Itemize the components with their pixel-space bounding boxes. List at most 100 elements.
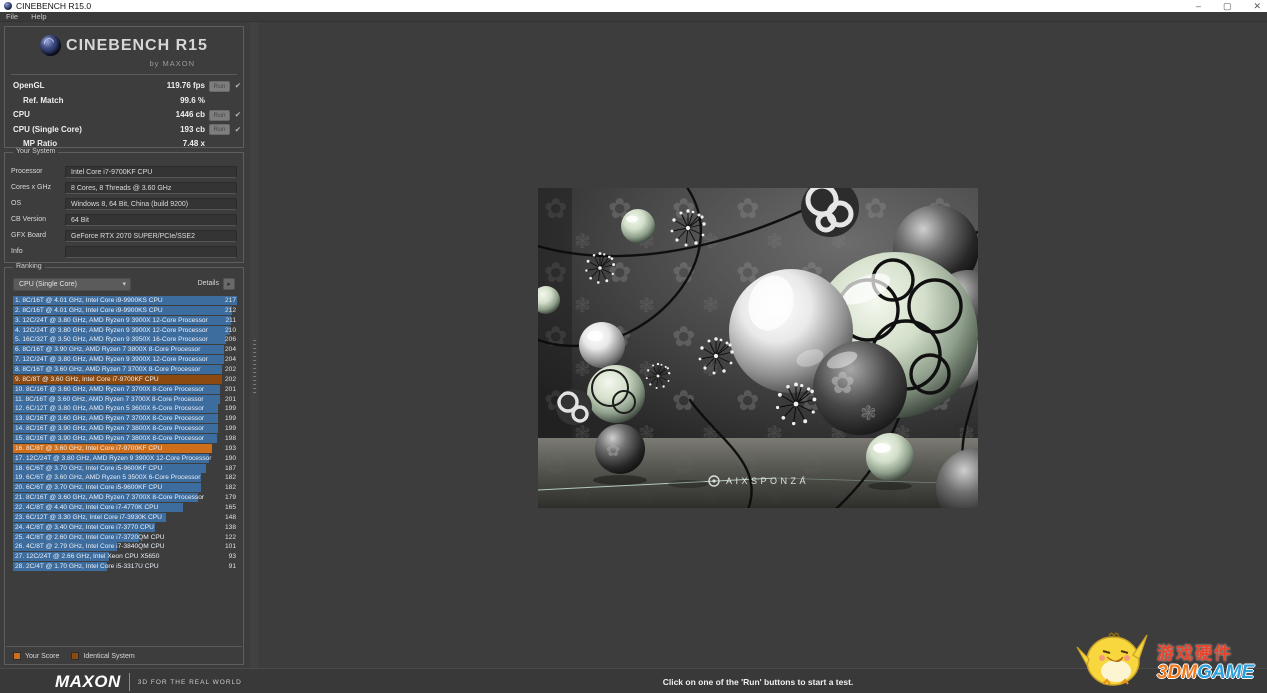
ranking-row-label: 19. 6C/6T @ 3.60 GHz, AMD Ryzen 5 3500X … xyxy=(15,474,201,482)
3dmgame-watermark: 游戏硬件 3DMGAME xyxy=(1073,625,1254,687)
ranking-row[interactable]: 17. 12C/24T @ 3.80 GHz, AMD Ryzen 9 3900… xyxy=(13,453,237,463)
ranking-row[interactable]: 8. 8C/16T @ 3.60 GHz, AMD Ryzen 7 3700X … xyxy=(13,365,237,375)
ranking-row[interactable]: 20. 6C/6T @ 3.70 GHz, Intel Core i5-9600… xyxy=(13,483,237,493)
ranking-rows: 1. 8C/16T @ 4.01 GHz, Intel Core i9-9900… xyxy=(13,296,237,572)
score-row-cpu-single: CPU (Single Core) 193 cb Run ✔ xyxy=(5,123,243,138)
ranking-row-label: 9. 8C/8T @ 3.60 GHz, Intel Core i7-9700K… xyxy=(15,375,159,383)
mp-ratio-label: MP Ratio xyxy=(23,139,58,148)
legend-your-swatch xyxy=(13,652,21,660)
maximize-icon[interactable]: ▢ xyxy=(1223,0,1232,12)
window-title: CINEBENCH R15.0 xyxy=(16,1,92,11)
maxon-logo: MAXON 3D FOR THE REAL WORLD xyxy=(55,672,242,692)
ranking-legend: Your Score Identical System xyxy=(13,652,135,660)
ranking-title: Ranking xyxy=(13,263,45,270)
ranking-row-score: 204 xyxy=(224,346,236,354)
legend-your-label: Your Score xyxy=(25,652,60,660)
ranking-row[interactable]: 14. 8C/16T @ 3.90 GHz, AMD Ryzen 7 3800X… xyxy=(13,424,237,434)
ranking-row[interactable]: 24. 4C/8T @ 3.40 GHz, Intel Core i7-3770… xyxy=(13,522,237,532)
ranking-row[interactable]: 6. 8C/16T @ 3.90 GHz, AMD Ryzen 7 3800X … xyxy=(13,345,237,355)
ranking-row[interactable]: 18. 6C/6T @ 3.70 GHz, Intel Core i5-9600… xyxy=(13,463,237,473)
system-row-gfx: GFX Board GeForce RTX 2070 SUPER/PCIe/SS… xyxy=(5,230,243,243)
ranking-row-label: 4. 12C/24T @ 3.80 GHz, AMD Ryzen 9 3900X… xyxy=(15,326,208,334)
splitter-grip-icon xyxy=(252,340,256,396)
legend-identical-label: Identical System xyxy=(83,652,135,660)
panel-splitter[interactable] xyxy=(250,22,258,668)
ranking-row[interactable]: 26. 4C/8T @ 2.79 GHz, Intel Core i7-3840… xyxy=(13,542,237,552)
app-icon xyxy=(4,2,12,10)
system-row-cb-version: CB Version 64 Bit xyxy=(5,214,243,227)
ranking-row[interactable]: 2. 8C/16T @ 4.01 GHz, Intel Core i9-9900… xyxy=(13,305,237,315)
opengl-check-icon[interactable]: ✔ xyxy=(235,81,241,90)
cpu-single-check-icon[interactable]: ✔ xyxy=(235,125,241,134)
watermark-brand: 3DMGAME xyxy=(1157,662,1254,684)
ranking-row-score: 182 xyxy=(224,474,236,482)
ranking-row[interactable]: 15. 8C/16T @ 3.90 GHz, AMD Ryzen 7 3800X… xyxy=(13,434,237,444)
cpu-run-button[interactable]: Run xyxy=(209,109,230,121)
ranking-row-score: 202 xyxy=(224,366,236,374)
ranking-row[interactable]: 12. 6C/12T @ 3.80 GHz, AMD Ryzen 5 3600X… xyxy=(13,404,237,414)
ranking-row-score: 212 xyxy=(224,306,236,314)
watermark-chinese-text: 游戏硬件 xyxy=(1157,644,1233,663)
render-credit-reg: ® xyxy=(802,475,805,480)
logo-subtitle: by MAXON xyxy=(149,59,195,68)
ranking-row-label: 22. 4C/8T @ 4.40 GHz, Intel Core i7-4770… xyxy=(15,504,159,512)
ranking-row-label: 26. 4C/8T @ 2.79 GHz, Intel Core i7-3840… xyxy=(15,543,165,551)
ranking-row[interactable]: 25. 4C/8T @ 2.60 GHz, Intel Core i7-3720… xyxy=(13,532,237,542)
ranking-row-score: 199 xyxy=(224,405,236,413)
ranking-row-score: 204 xyxy=(224,356,236,364)
os-label: OS xyxy=(11,200,22,207)
ranking-row[interactable]: 16. 8C/8T @ 3.60 GHz, Intel Core i7-9700… xyxy=(13,443,237,453)
divider xyxy=(6,646,242,647)
cores-label: Cores x GHz xyxy=(11,184,52,191)
minimize-icon[interactable]: – xyxy=(1196,0,1201,12)
cpu-value: 1446 cb xyxy=(175,110,205,119)
status-text: Click on one of the 'Run' buttons to sta… xyxy=(662,677,854,687)
ranking-row-score: 190 xyxy=(224,454,236,462)
system-row-processor: Processor Intel Core i7-9700KF CPU xyxy=(5,166,243,179)
cpu-check-icon[interactable]: ✔ xyxy=(235,110,241,119)
ranking-row[interactable]: 3. 12C/24T @ 3.80 GHz, AMD Ryzen 9 3900X… xyxy=(13,315,237,325)
close-icon[interactable]: ✕ xyxy=(1253,0,1261,12)
ranking-row[interactable]: 13. 8C/16T @ 3.60 GHz, AMD Ryzen 7 3700X… xyxy=(13,414,237,424)
ranking-row[interactable]: 10. 8C/16T @ 3.60 GHz, AMD Ryzen 7 3700X… xyxy=(13,384,237,394)
ranking-row[interactable]: 23. 6C/12T @ 3.30 GHz, Intel Core i7-393… xyxy=(13,512,237,522)
os-value: Windows 8, 64 Bit, China (build 9200) xyxy=(65,198,237,210)
cinebench-window: CINEBENCH R15.0 – ▢ ✕ File Help CINEBENC… xyxy=(0,0,1267,693)
ranking-row-label: 18. 6C/6T @ 3.70 GHz, Intel Core i5-9600… xyxy=(15,464,163,472)
system-row-cores: Cores x GHz 8 Cores, 8 Threads @ 3.60 GH… xyxy=(5,182,243,195)
ranking-row-label: 3. 12C/24T @ 3.80 GHz, AMD Ryzen 9 3900X… xyxy=(15,316,208,324)
ranking-row-score: 179 xyxy=(224,494,236,502)
ranking-row-score: 91 xyxy=(228,563,236,571)
ranking-row[interactable]: 7. 12C/24T @ 3.80 GHz, AMD Ryzen 9 3900X… xyxy=(13,355,237,365)
ranking-row[interactable]: 19. 6C/6T @ 3.60 GHz, AMD Ryzen 5 3500X … xyxy=(13,473,237,483)
ranking-row[interactable]: 11. 8C/16T @ 3.60 GHz, AMD Ryzen 7 3700X… xyxy=(13,394,237,404)
ranking-row-label: 10. 8C/16T @ 3.60 GHz, AMD Ryzen 7 3700X… xyxy=(15,385,205,393)
ranking-filter-dropdown[interactable]: CPU (Single Core) ▾ xyxy=(13,278,131,291)
ranking-row[interactable]: 21. 8C/16T @ 3.60 GHz, AMD Ryzen 7 3700X… xyxy=(13,493,237,503)
info-value xyxy=(65,246,237,258)
opengl-label: OpenGL xyxy=(13,81,45,90)
ranking-row-label: 16. 8C/8T @ 3.60 GHz, Intel Core i7-9700… xyxy=(15,444,163,452)
ranking-row[interactable]: 1. 8C/16T @ 4.01 GHz, Intel Core i9-9900… xyxy=(13,296,237,305)
ranking-row[interactable]: 27. 12C/24T @ 2.66 GHz, Intel Xeon CPU X… xyxy=(13,552,237,562)
cpu-single-run-button[interactable]: Run xyxy=(209,124,230,135)
ranking-row[interactable]: 5. 16C/32T @ 3.50 GHz, AMD Ryzen 9 3950X… xyxy=(13,335,237,345)
ranking-row[interactable]: 28. 2C/4T @ 1.70 GHz, Intel Core i5-3317… xyxy=(13,562,237,572)
ranking-row[interactable]: 4. 12C/24T @ 3.80 GHz, AMD Ryzen 9 3900X… xyxy=(13,325,237,335)
menu-help[interactable]: Help xyxy=(31,12,46,21)
ranking-row-score: 210 xyxy=(224,326,236,334)
titlebar: CINEBENCH R15.0 – ▢ ✕ xyxy=(0,0,1267,12)
ranking-row[interactable]: 22. 4C/8T @ 4.40 GHz, Intel Core i7-4770… xyxy=(13,503,237,513)
opengl-run-button[interactable]: Run xyxy=(209,80,230,92)
ranking-row-score: 217 xyxy=(224,297,236,304)
menu-file[interactable]: File xyxy=(6,12,18,21)
mp-ratio-value: 7.48 x xyxy=(182,139,205,148)
svg-text:❃: ❃ xyxy=(860,403,877,425)
ranking-row[interactable]: 9. 8C/8T @ 3.60 GHz, Intel Core i7-9700K… xyxy=(13,374,237,384)
legend-identical-system: Identical System xyxy=(71,652,135,660)
ranking-row-label: 13. 8C/16T @ 3.60 GHz, AMD Ryzen 7 3700X… xyxy=(15,415,205,423)
maxon-tagline: 3D FOR THE REAL WORLD xyxy=(137,678,242,686)
ranking-filter-value: CPU (Single Core) xyxy=(19,281,77,288)
details-button[interactable]: ▸ xyxy=(223,278,235,290)
ranking-row-label: 25. 4C/8T @ 2.60 GHz, Intel Core i7-3720… xyxy=(15,533,165,541)
